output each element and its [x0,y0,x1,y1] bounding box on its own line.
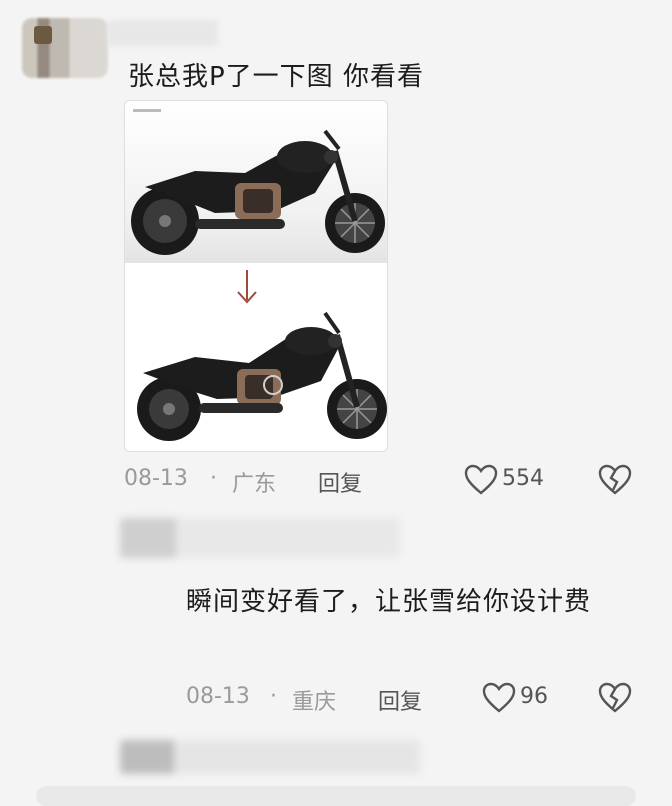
watermark [133,109,161,112]
motorcycle-icon [131,129,385,255]
arrow-down-icon [232,268,262,308]
meta-separator: · [270,684,277,709]
comment-text: 瞬间变好看了，让张雪给你设计费 [186,587,592,617]
comment-input-bar[interactable] [36,786,636,806]
avatar-detail [34,26,52,44]
comment-date: 08-13 [124,466,188,491]
username-blurred[interactable] [120,740,420,774]
comment-location: 广东 [232,472,277,497]
heart-outline-icon[interactable] [482,682,516,714]
broken-heart-icon[interactable] [598,682,632,714]
username-blurred[interactable] [120,518,400,558]
reply-button[interactable]: 回复 [318,466,362,498]
broken-heart-icon[interactable] [598,464,632,496]
heart-outline-icon[interactable] [464,464,498,496]
meta-separator: · [210,466,217,491]
motorcycle-icon [137,311,387,441]
comment-location: 重庆 [292,690,337,715]
motorcycle-image-original [125,101,387,263]
like-count: 554 [502,466,544,491]
reply-button[interactable]: 回复 [378,684,422,716]
like-count: 96 [520,684,548,709]
comment-text: 张总我P了一下图 你看看 [128,62,424,92]
comment-date: 08-13 [186,684,250,709]
motorcycle-image-edited [125,289,387,451]
username-blurred[interactable] [108,20,218,46]
